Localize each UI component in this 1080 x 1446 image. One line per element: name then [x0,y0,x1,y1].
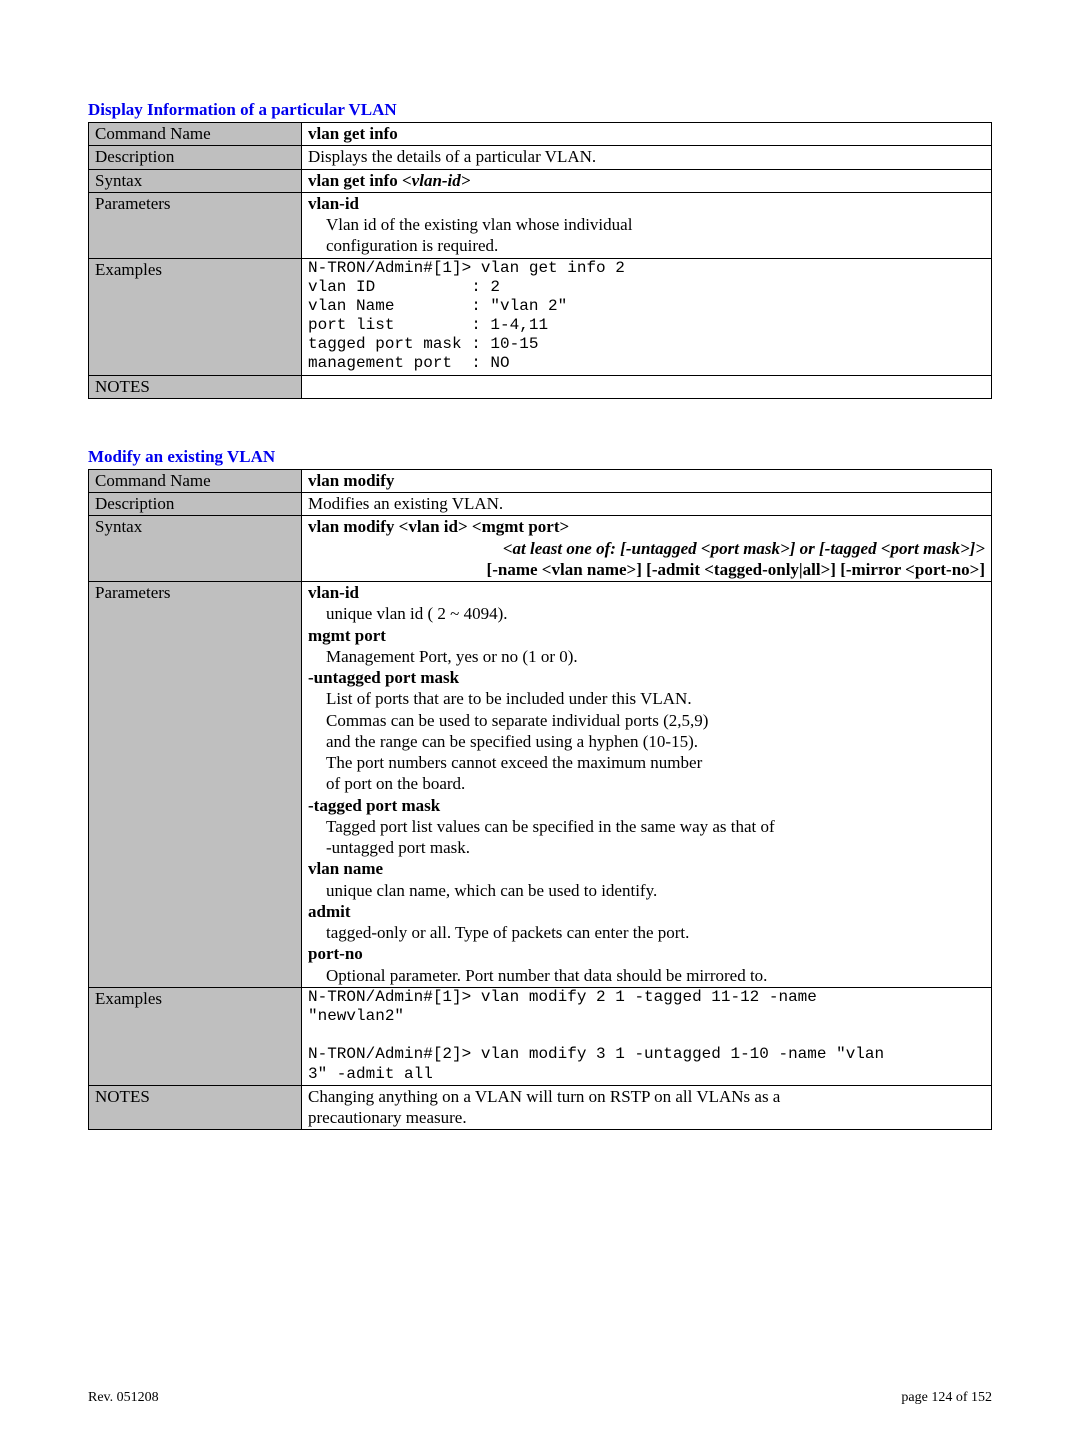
value-examples: N-TRON/Admin#[1]> vlan get info 2 vlan I… [302,258,992,375]
footer-page: page 124 of 152 [901,1390,992,1406]
table-row: Parameters vlan-id unique vlan id ( 2 ~ … [89,582,992,988]
value-parameters: vlan-id unique vlan id ( 2 ~ 4094). mgmt… [302,582,992,988]
table-vlan-modify: Command Name vlan modify Description Mod… [88,469,992,1130]
value-examples: N-TRON/Admin#[1]> vlan modify 2 1 -tagge… [302,987,992,1085]
label-syntax: Syntax [89,516,302,582]
value-command-name: vlan get info [302,123,992,146]
table-row: Description Displays the details of a pa… [89,146,992,169]
param-name: admit [308,902,351,921]
table-row: Command Name vlan get info [89,123,992,146]
param-desc: Vlan id of the existing vlan whose indiv… [308,214,985,235]
param-name: vlan name [308,859,383,878]
notes-line: Changing anything on a VLAN will turn on… [308,1086,985,1107]
label-examples: Examples [89,987,302,1085]
param-name: vlan-id [308,583,359,602]
footer-rev: Rev. 051208 [88,1390,159,1406]
param-desc: Commas can be used to separate individua… [308,710,985,731]
table-row: Examples N-TRON/Admin#[1]> vlan get info… [89,258,992,375]
label-notes: NOTES [89,1085,302,1130]
label-description: Description [89,146,302,169]
value-syntax: vlan get info <vlan-id> [302,169,992,192]
table-row: Examples N-TRON/Admin#[1]> vlan modify 2… [89,987,992,1085]
command-name-text: vlan modify [308,471,394,490]
param-name: -tagged port mask [308,796,440,815]
example-code: N-TRON/Admin#[1]> vlan get info 2 vlan I… [308,259,985,374]
table-row: Parameters vlan-id Vlan id of the existi… [89,192,992,258]
param-desc: and the range can be specified using a h… [308,731,985,752]
param-desc: Management Port, yes or no (1 or 0). [308,646,985,667]
table-row: NOTES Changing anything on a VLAN will t… [89,1085,992,1130]
section-title-2: Modify an existing VLAN [88,447,992,467]
section-title-1: Display Information of a particular VLAN [88,100,992,120]
table-vlan-get-info: Command Name vlan get info Description D… [88,122,992,399]
param-desc: of port on the board. [308,773,985,794]
label-parameters: Parameters [89,582,302,988]
param-name: mgmt port [308,626,386,645]
table-row: Command Name vlan modify [89,469,992,492]
value-notes: Changing anything on a VLAN will turn on… [302,1085,992,1130]
param-name: vlan-id [308,194,359,213]
label-syntax: Syntax [89,169,302,192]
value-description: Displays the details of a particular VLA… [302,146,992,169]
label-notes: NOTES [89,375,302,398]
syntax-line: vlan modify <vlan id> <mgmt port> [308,516,985,537]
label-examples: Examples [89,258,302,375]
page-footer: Rev. 051208 page 124 of 152 [88,1390,992,1406]
notes-line: precautionary measure. [308,1107,985,1128]
label-description: Description [89,493,302,516]
value-description: Modifies an existing VLAN. [302,493,992,516]
label-parameters: Parameters [89,192,302,258]
param-desc: List of ports that are to be included un… [308,688,985,709]
value-command-name: vlan modify [302,469,992,492]
param-desc: configuration is required. [308,235,985,256]
label-command-name: Command Name [89,123,302,146]
example-code: N-TRON/Admin#[1]> vlan modify 2 1 -tagge… [308,988,985,1084]
param-desc: Tagged port list values can be specified… [308,816,985,837]
syntax-bold: vlan get info [308,171,402,190]
param-name: port-no [308,944,363,963]
param-desc: tagged-only or all. Type of packets can … [308,922,985,943]
table-row: Syntax vlan modify <vlan id> <mgmt port>… [89,516,992,582]
syntax-italic: <vlan-id> [402,171,470,190]
param-name: -untagged port mask [308,668,459,687]
param-desc: Optional parameter. Port number that dat… [308,965,985,986]
command-name-text: vlan get info [308,124,398,143]
syntax-line: <at least one of: [-untagged <port mask>… [503,539,985,558]
table-row: Description Modifies an existing VLAN. [89,493,992,516]
table-row: Syntax vlan get info <vlan-id> [89,169,992,192]
table-row: NOTES [89,375,992,398]
value-notes [302,375,992,398]
param-desc: unique vlan id ( 2 ~ 4094). [308,603,985,624]
param-desc: -untagged port mask. [308,837,985,858]
value-syntax: vlan modify <vlan id> <mgmt port> <at le… [302,516,992,582]
param-desc: unique clan name, which can be used to i… [308,880,985,901]
param-desc: The port numbers cannot exceed the maxim… [308,752,985,773]
value-parameters: vlan-id Vlan id of the existing vlan who… [302,192,992,258]
label-command-name: Command Name [89,469,302,492]
syntax-line: [-name <vlan name>] [-admit <tagged-only… [487,560,985,579]
